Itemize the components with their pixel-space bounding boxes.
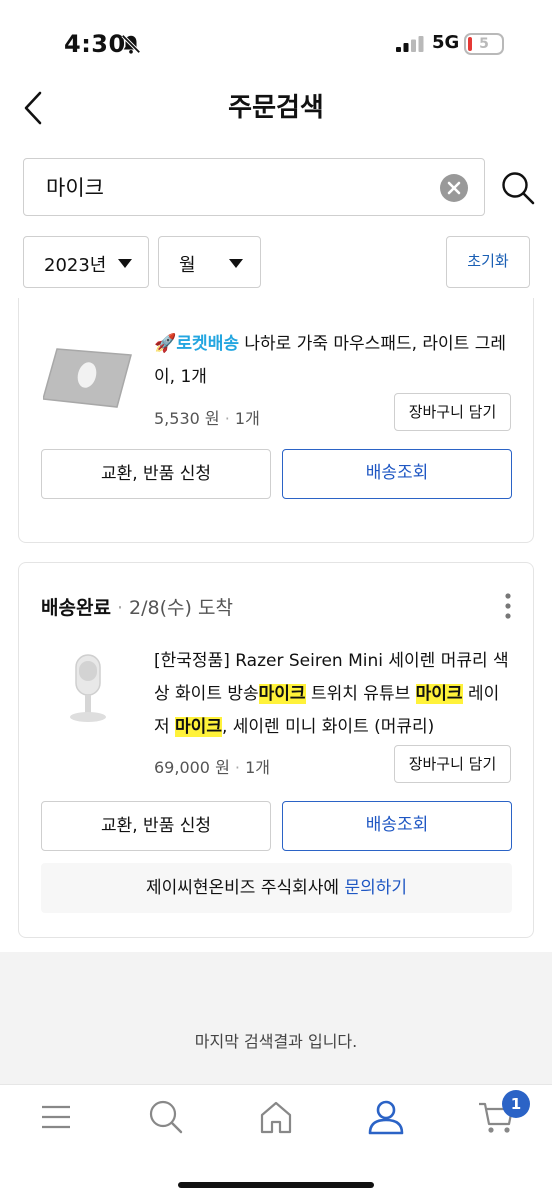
reset-button[interactable]: 초기화	[446, 236, 530, 288]
delivery-date: 2/8(수) 도착	[129, 597, 233, 619]
exchange-return-button[interactable]: 교환, 반품 신청	[41, 801, 271, 851]
rocket-icon: 🚀	[154, 333, 177, 354]
keyword-highlight: 마이크	[415, 684, 463, 704]
home-indicator	[178, 1182, 374, 1188]
page-title: 주문검색	[228, 93, 324, 123]
signal-icon	[396, 36, 424, 52]
add-to-cart-button[interactable]: 장바구니 담기	[394, 745, 511, 783]
product-name[interactable]: 🚀로켓배송 나하로 가죽 마우스패드, 라이트 그레이, 1개	[154, 327, 514, 394]
order-card: 🚀로켓배송 나하로 가죽 마우스패드, 라이트 그레이, 1개 5,530 원 …	[18, 298, 534, 543]
status-time: 4:30	[64, 30, 126, 58]
search-field[interactable]	[23, 158, 485, 216]
search-icon[interactable]	[146, 1097, 186, 1137]
chevron-down-icon	[118, 259, 132, 268]
bell-slash-icon	[121, 34, 141, 54]
seller-name: 제이씨현온비즈 주식회사에	[145, 878, 345, 898]
inquiry-link[interactable]: 문의하기	[344, 878, 407, 898]
keyword-highlight: 마이크	[175, 717, 222, 737]
month-select[interactable]: 월	[158, 236, 261, 288]
year-select[interactable]: 2023년	[23, 236, 149, 288]
track-delivery-button[interactable]: 배송조회	[282, 801, 512, 851]
cart-count-badge: 1	[502, 1090, 530, 1118]
order-card: 배송완료 · 2/8(수) 도착 [한국정품] Razer Seiren Min…	[18, 562, 534, 938]
month-select-value: 월	[179, 255, 196, 276]
product-image-mousepad	[43, 348, 132, 408]
price-row: 5,530 원 · 1개	[154, 409, 260, 428]
year-select-value: 2023년	[44, 255, 107, 276]
network-label: 5G	[432, 32, 460, 53]
end-of-results: 마지막 검색결과 입니다.	[0, 952, 552, 1084]
menu-icon[interactable]	[36, 1097, 76, 1137]
user-icon[interactable]	[366, 1097, 406, 1137]
end-message: 마지막 검색결과 입니다.	[194, 1032, 358, 1051]
track-delivery-button[interactable]: 배송조회	[282, 449, 512, 499]
quantity: 1개	[245, 758, 270, 777]
order-status: 배송완료 · 2/8(수) 도착	[41, 597, 233, 619]
add-to-cart-button[interactable]: 장바구니 담기	[394, 393, 511, 431]
delivery-status: 배송완료	[41, 597, 111, 619]
product-image-microphone	[70, 654, 106, 722]
clear-icon[interactable]	[440, 174, 468, 202]
order-list: 🚀로켓배송 나하로 가죽 마우스패드, 라이트 그레이, 1개 5,530 원 …	[0, 298, 552, 952]
battery-icon: 5	[464, 33, 504, 55]
battery-level: 5	[479, 36, 489, 52]
price: 5,530 원	[154, 409, 220, 428]
status-bar: 4:30 5G 5	[0, 0, 552, 88]
search-input[interactable]	[46, 171, 426, 203]
search-icon[interactable]	[500, 170, 536, 206]
exchange-return-button[interactable]: 교환, 반품 신청	[41, 449, 271, 499]
price: 69,000 원	[154, 758, 230, 777]
product-name[interactable]: [한국정품] Razer Seiren Mini 세이렌 머큐리 색상 화이트 …	[154, 645, 514, 744]
keyword-highlight: 마이크	[258, 684, 306, 704]
price-row: 69,000 원 · 1개	[154, 758, 270, 777]
home-icon[interactable]	[256, 1097, 296, 1137]
chevron-down-icon	[229, 259, 243, 268]
rocket-delivery-label: 로켓배송	[176, 334, 239, 354]
seller-inquiry: 제이씨현온비즈 주식회사에 문의하기	[41, 863, 512, 913]
quantity: 1개	[234, 409, 260, 428]
more-options-icon[interactable]	[505, 593, 511, 619]
